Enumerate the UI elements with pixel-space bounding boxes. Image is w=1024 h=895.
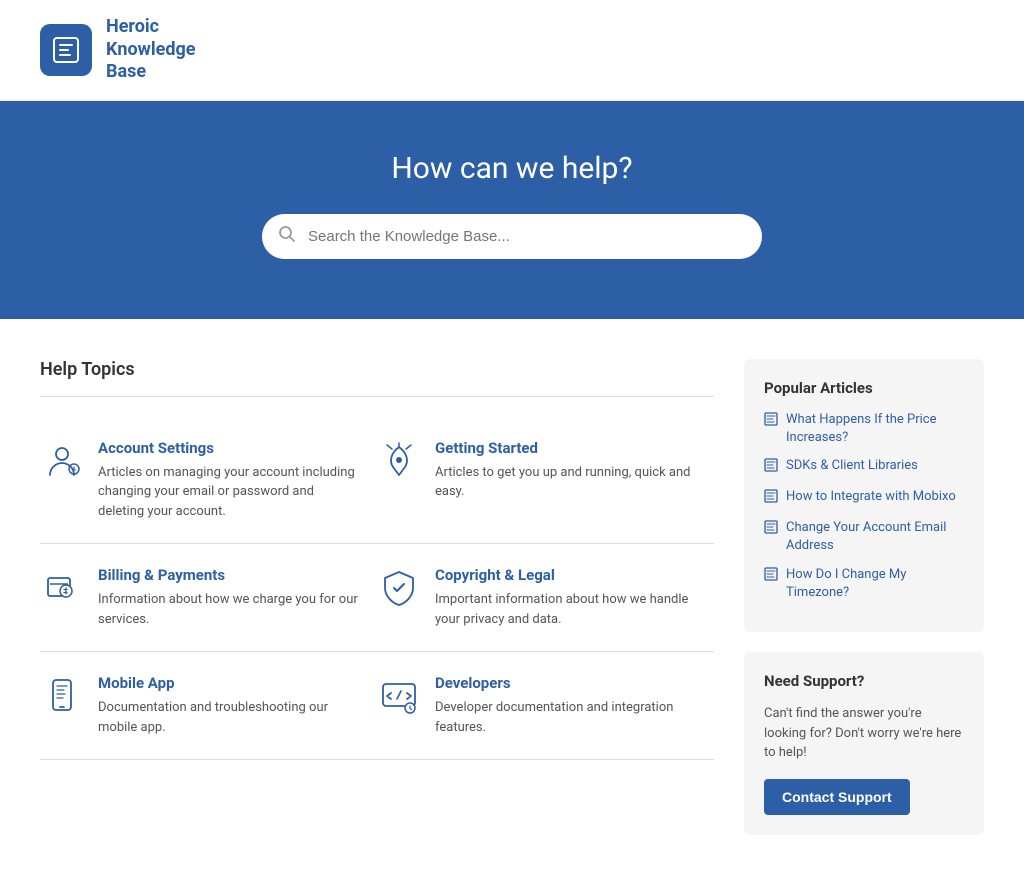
search-bar [262,214,762,259]
article-label: Change Your Account Email Address [786,519,964,555]
topics-grid: Account Settings Articles on managing yo… [40,417,714,761]
article-icon [764,489,778,509]
getting-started-icon [377,439,421,483]
mobile-app-icon [40,674,84,718]
article-icon [764,412,778,432]
copyright-legal-text: Copyright & Legal Important information … [435,566,698,629]
popular-article-item[interactable]: How Do I Change My Timezone? [764,566,964,602]
popular-article-item[interactable]: SDKs & Client Libraries [764,457,964,478]
help-topics-title: Help Topics [40,359,714,380]
need-support-title: Need Support? [764,672,964,690]
popular-articles-box: Popular Articles What Happens If the Pri… [744,359,984,633]
popular-article-item[interactable]: Change Your Account Email Address [764,519,964,555]
article-icon [764,520,778,540]
search-icon [278,225,296,247]
header: Heroic Knowledge Base [0,0,1024,101]
topic-getting-started[interactable]: Getting Started Articles to get you up a… [377,417,714,545]
hero-section: How can we help? [0,101,1024,319]
account-settings-text: Account Settings Articles on managing yo… [98,439,361,522]
developers-text: Developers Developer documentation and i… [435,674,698,737]
popular-article-item[interactable]: How to Integrate with Mobixo [764,488,964,509]
topic-account-settings[interactable]: Account Settings Articles on managing yo… [40,417,377,545]
popular-articles-list: What Happens If the Price Increases? SDK… [764,411,964,603]
developers-icon [377,674,421,718]
article-label: SDKs & Client Libraries [786,457,918,475]
article-label: How to Integrate with Mobixo [786,488,956,506]
article-icon [764,458,778,478]
topic-mobile-app[interactable]: Mobile App Documentation and troubleshoo… [40,652,377,760]
main-content: Help Topics Account Settings Articles on… [0,319,1024,895]
need-support-box: Need Support? Can't find the answer you'… [744,652,984,835]
brand-name: Heroic Knowledge Base [106,16,195,84]
logo-icon [40,24,92,76]
account-settings-icon [40,439,84,483]
article-label: How Do I Change My Timezone? [786,566,964,602]
popular-article-item[interactable]: What Happens If the Price Increases? [764,411,964,447]
topics-divider [40,396,714,397]
billing-payments-text: Billing & Payments Information about how… [98,566,361,629]
support-description: Can't find the answer you're looking for… [764,704,964,763]
article-icon [764,567,778,587]
copyright-legal-icon [377,566,421,610]
mobile-app-text: Mobile App Documentation and troubleshoo… [98,674,361,737]
getting-started-text: Getting Started Articles to get you up a… [435,439,698,502]
article-label: What Happens If the Price Increases? [786,411,964,447]
topic-copyright-legal[interactable]: Copyright & Legal Important information … [377,544,714,652]
sidebar: Popular Articles What Happens If the Pri… [744,359,984,855]
topic-developers[interactable]: Developers Developer documentation and i… [377,652,714,760]
popular-articles-title: Popular Articles [764,379,964,397]
content-area: Help Topics Account Settings Articles on… [40,359,714,855]
billing-payments-icon [40,566,84,610]
search-input[interactable] [262,214,762,259]
topic-billing-payments[interactable]: Billing & Payments Information about how… [40,544,377,652]
contact-support-button[interactable]: Contact Support [764,779,910,815]
hero-title: How can we help? [40,151,984,186]
